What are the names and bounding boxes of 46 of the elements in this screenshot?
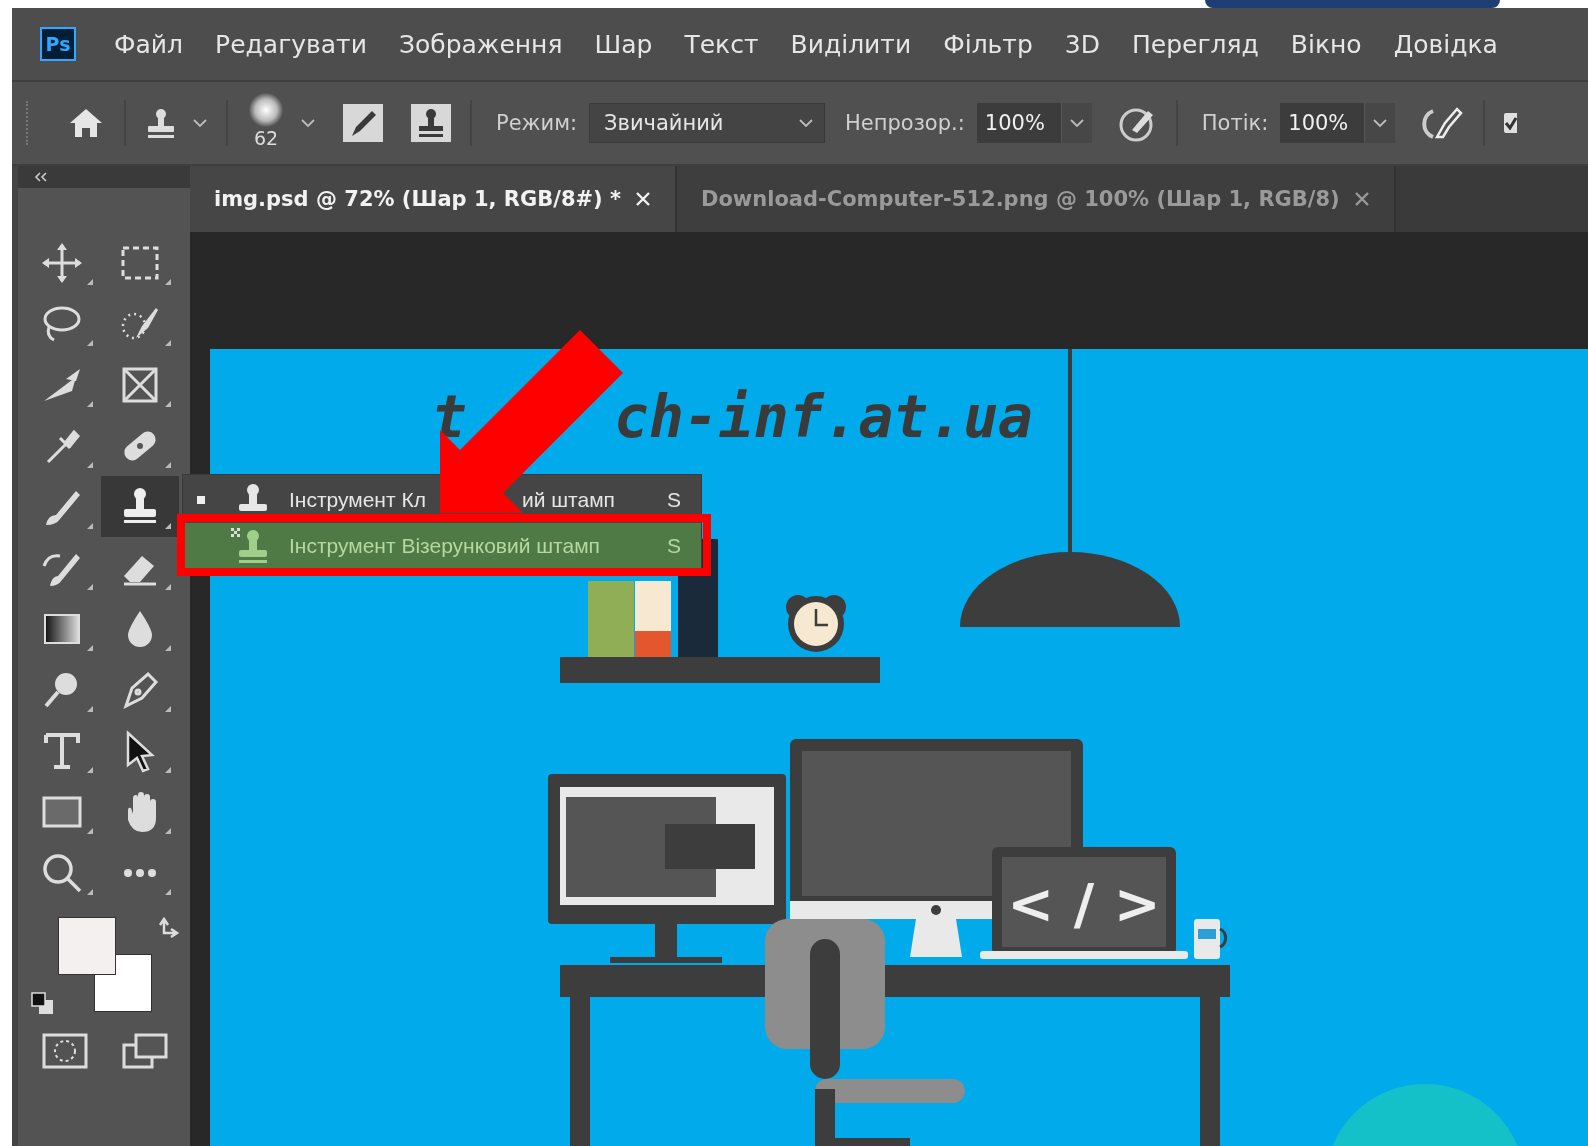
clock-drawing [786,595,846,652]
menu-item[interactable]: Фільтр [943,29,1033,59]
more-icon [122,867,158,878]
cup-drawing [1194,919,1228,959]
menu-item[interactable]: Довідка [1393,29,1498,59]
caret-icon[interactable] [192,118,208,128]
flow-label: Потік: [1201,111,1269,135]
site-text: ch-inf.at.ua [614,383,1034,451]
tool-button[interactable] [101,476,179,537]
shortcut-text: S [667,534,681,558]
app-logo: Ps [40,27,76,61]
mode-dropdown[interactable]: Звичайний [589,103,826,143]
close-icon[interactable] [1353,191,1370,207]
collapse-icon[interactable] [34,172,48,182]
menu-item[interactable]: 3D [1064,29,1100,59]
menu-item[interactable]: Перегляд [1131,29,1259,59]
flow-field[interactable]: 100% [1280,103,1365,143]
code-sign-text: < / > [1007,871,1161,936]
document-tab[interactable]: Download-Computer-512.png @ 100% (Шар 1, RGB/8) [677,166,1396,232]
clone-source-icon[interactable] [410,103,452,143]
document-tab[interactable]: img.psd @ 72% (Шар 1, RGB/8#) * [190,166,677,232]
menu-item[interactable]: Зображення [398,29,563,59]
menu-item-text: Інструмент Кл [289,488,426,512]
shortcut-text: S [667,488,681,512]
opacity-label: Непрозор.: [845,111,965,135]
menu-item[interactable]: Шар [594,29,653,59]
color-swatches-drawing[interactable] [58,917,152,1012]
menu-item[interactable]: Редагувати [215,29,367,59]
quick-mask-icon[interactable] [42,1033,88,1069]
opacity-field[interactable]: 100% [976,103,1061,143]
site-text: t [432,383,467,451]
menu-item-text: ий штамп [521,488,615,512]
mode-label: Режим: [496,111,578,135]
caret-icon [798,118,815,128]
caret-icon[interactable] [1364,103,1396,143]
menu-item[interactable]: Текст [684,29,759,59]
menu-item-text: Інструмент Візерунковий штамп [289,534,600,558]
brush-preset-picker[interactable]: 62 [246,93,286,153]
brush-panel-icon[interactable] [342,103,384,143]
caret-icon[interactable] [300,118,316,128]
menu-item[interactable]: Файл [114,29,184,59]
screen-mode-icon[interactable] [122,1033,168,1069]
caret-icon[interactable] [1060,103,1092,143]
default-colors-icon[interactable] [30,991,56,1017]
menu-item[interactable]: Вікно [1290,29,1362,59]
menu-item[interactable]: Виділити [790,29,912,59]
